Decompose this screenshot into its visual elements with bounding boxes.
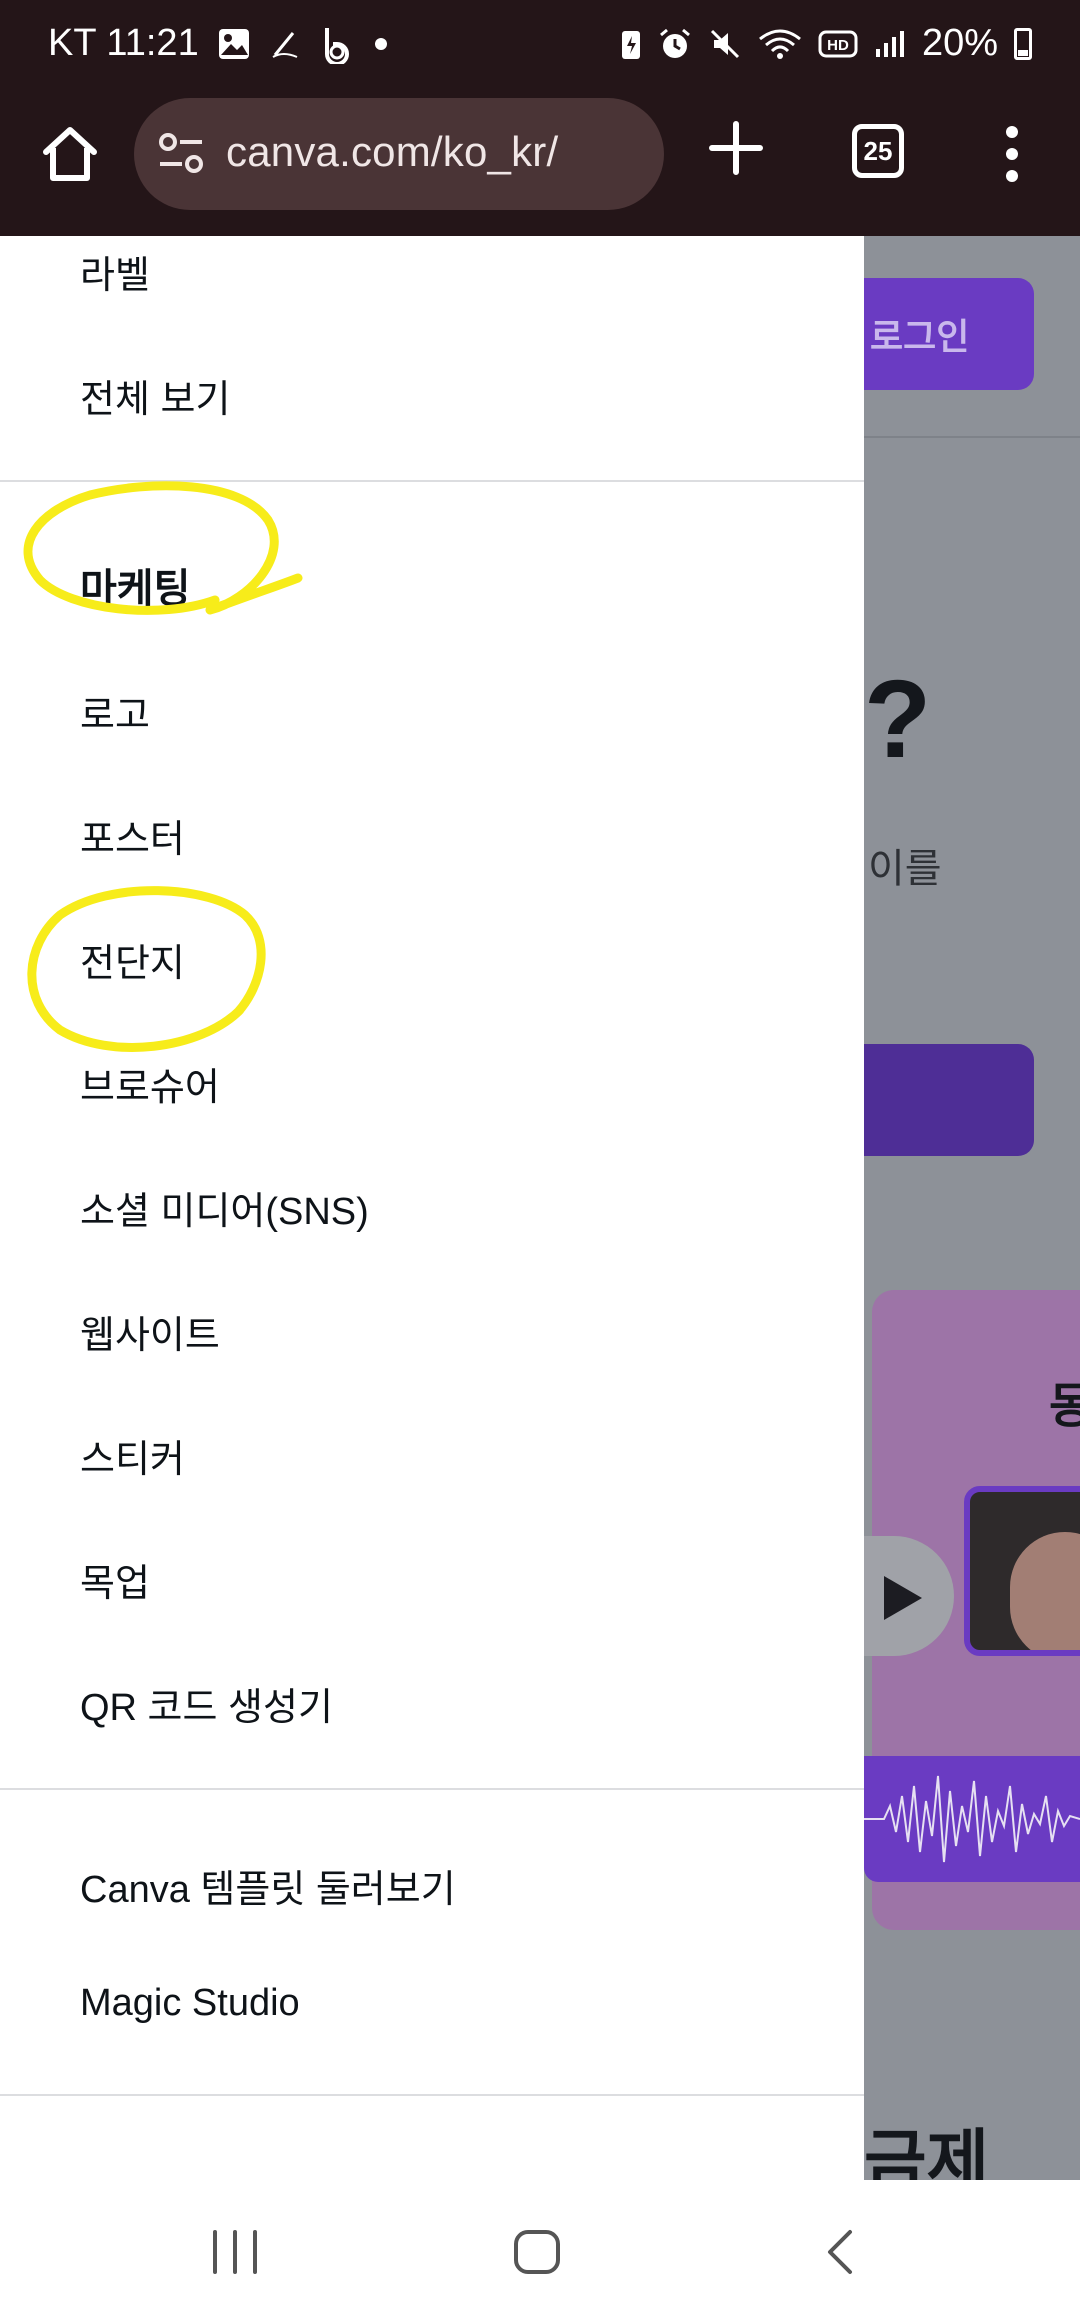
battery-icon — [1014, 27, 1032, 60]
battery-percent: 20% — [921, 22, 998, 64]
menu-item-social-media[interactable]: 소셜 미디어(SNS) — [80, 1180, 369, 1235]
navigation-drawer: 라벨 전체 보기 마케팅 로고 포스터 전단지 브로슈어 소셜 미디어(SNS)… — [0, 236, 864, 2180]
b-app-icon — [319, 24, 355, 64]
menu-item-brochure[interactable]: 브로슈어 — [80, 1056, 220, 1111]
signature-icon — [269, 27, 301, 61]
play-icon — [884, 1576, 922, 1620]
status-bar: KT 11:21 HD 20% — [0, 0, 1080, 96]
browser-toolbar: canva.com/ko_kr/ 25 — [0, 96, 1080, 236]
section-divider — [0, 1788, 864, 1790]
wifi-icon — [758, 27, 802, 61]
section-divider — [0, 2094, 864, 2096]
new-tab-button[interactable] — [708, 120, 764, 176]
waveform-icon — [864, 1775, 1080, 1863]
recent-apps-button[interactable] — [205, 2228, 265, 2276]
address-bar[interactable]: canva.com/ko_kr/ — [134, 98, 664, 210]
status-time: KT 11:21 — [48, 22, 199, 64]
browser-chrome: KT 11:21 HD 20% canva.com/ko_kr/ 25 — [0, 0, 1080, 236]
home-icon — [43, 127, 97, 181]
background-text-fragment: 이를 — [868, 847, 942, 891]
recent-apps-icon — [213, 2230, 257, 2274]
marketing-heading[interactable]: 마케팅 — [80, 556, 190, 614]
menu-item-magic-studio[interactable]: Magic Studio — [80, 1982, 300, 2025]
section-divider — [0, 480, 864, 482]
url-text: canva.com/ko_kr/ — [226, 128, 559, 175]
background-cta-button — [864, 1044, 1034, 1156]
battery-saver-icon — [620, 27, 642, 61]
plus-icon — [709, 121, 763, 175]
menu-item-website[interactable]: 웹사이트 — [80, 1304, 220, 1359]
home-nav-button[interactable] — [508, 2228, 568, 2276]
menu-item-qr-generator[interactable]: QR 코드 생성기 — [80, 1676, 333, 1731]
menu-item-sticker[interactable]: 스티커 — [80, 1428, 185, 1483]
svg-text:HD: HD — [827, 37, 849, 54]
home-button[interactable] — [38, 122, 102, 186]
audio-waveform — [864, 1756, 1080, 1882]
system-navigation-bar — [0, 2180, 1080, 2316]
menu-item-logo[interactable]: 로고 — [80, 684, 150, 739]
home-nav-icon — [514, 2230, 560, 2274]
hd-icon: HD — [818, 29, 858, 59]
signal-icon — [874, 29, 906, 59]
login-button: 로그인 — [864, 278, 1034, 390]
background-page[interactable]: 로그인 ? 이를 동 금제 — [864, 236, 1080, 2180]
back-nav-button[interactable] — [812, 2228, 872, 2276]
mute-icon — [708, 27, 742, 61]
back-icon — [828, 2230, 852, 2274]
browser-menu-button[interactable] — [1000, 122, 1024, 186]
tab-count: 25 — [863, 135, 893, 166]
notification-dot-icon — [373, 36, 389, 52]
menu-item-view-all[interactable]: 전체 보기 — [80, 368, 230, 423]
background-card-title-fragment: 동 — [1049, 1380, 1080, 1433]
menu-item-label[interactable]: 라벨 — [80, 244, 150, 299]
site-settings-icon[interactable] — [158, 132, 204, 176]
background-divider — [864, 436, 1080, 438]
gallery-icon — [217, 27, 251, 61]
alarm-icon — [658, 27, 692, 61]
background-photo — [964, 1486, 1080, 1656]
background-footer-fragment: 금제 — [864, 2124, 990, 2180]
menu-item-poster[interactable]: 포스터 — [80, 808, 185, 863]
tab-switcher-button[interactable]: 25 — [852, 124, 904, 178]
menu-item-browse-templates[interactable]: Canva 템플릿 둘러보기 — [80, 1858, 456, 1913]
menu-item-flyer[interactable]: 전단지 — [80, 932, 185, 987]
background-heading-fragment: ? — [864, 658, 932, 781]
menu-item-mockup[interactable]: 목업 — [80, 1552, 150, 1607]
